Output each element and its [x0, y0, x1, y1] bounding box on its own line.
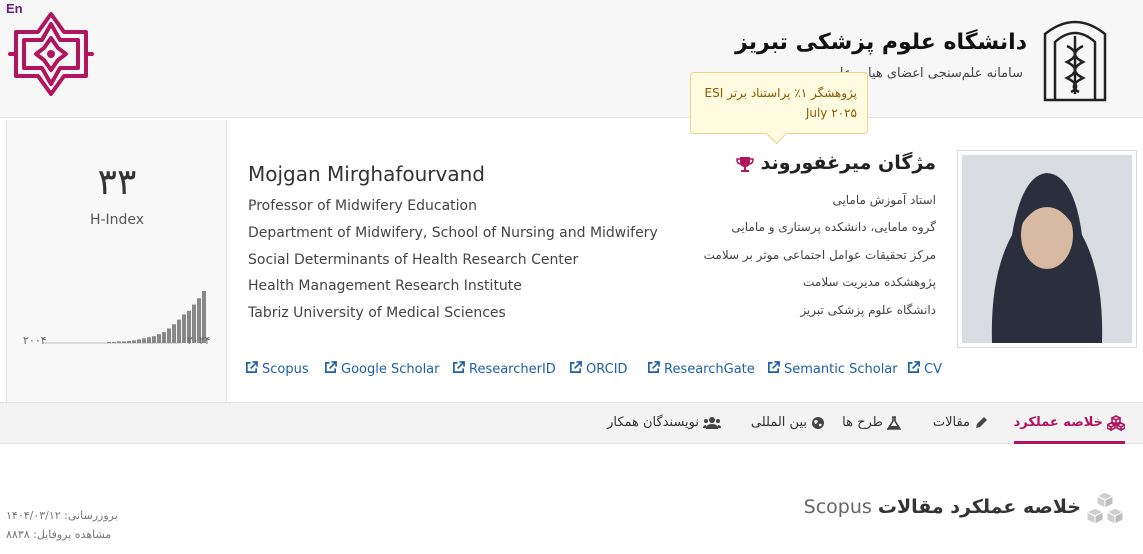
section-title-main: خلاصه عملکرد مقالات [877, 496, 1081, 518]
sparkline-bar [162, 332, 166, 343]
hindex-value: ۳۳ [97, 162, 137, 203]
english-department: Department of Midwifery, School of Nursi… [248, 225, 658, 241]
farsi-position: استاد آموزش مامایی [832, 193, 936, 207]
researchgate-link-label: ResearchGate [664, 362, 755, 377]
section-title: خلاصه عملکرد مقالات Scopus [804, 496, 1081, 518]
google-scholar-link[interactable]: Google Scholar [324, 361, 440, 377]
hindex-label: H-Index [89, 212, 145, 228]
avatar [962, 155, 1132, 343]
section-title-source: Scopus [803, 496, 872, 518]
researcherid-link-label: ResearcherID [469, 362, 556, 377]
sparkline-bar [132, 340, 136, 343]
sparkline-bar [182, 314, 186, 343]
sparkline-bar [127, 340, 131, 343]
sparkline-bar [147, 337, 151, 343]
globe-icon [812, 416, 824, 429]
profile-views: مشاهده پروفایل: ۸۸۳۸ [6, 528, 112, 541]
farsi-university: دانشگاه علوم پزشکی تبریز [800, 303, 936, 317]
tab-international[interactable]: بین المللی [751, 403, 825, 444]
sparkline-bar [167, 328, 171, 343]
trophy-icon[interactable] [736, 155, 754, 173]
researcherid-link[interactable]: ResearcherID [452, 361, 556, 377]
sparkline-bar [157, 334, 161, 343]
sparkline-bar [172, 324, 176, 343]
sparkline-bar [117, 341, 121, 343]
external-link-icon [453, 361, 465, 373]
cv-link[interactable]: CV [907, 361, 942, 377]
flower-logo-icon [8, 12, 94, 96]
esi-award-tooltip: پژوهشگر ۱٪ پراستناد برتر ESI July ۲۰۲۵ [690, 72, 868, 134]
tab-performance-summary[interactable]: خلاصه عملکرد [1013, 403, 1125, 444]
external-link-icon [570, 361, 582, 373]
sparkline-bar [112, 341, 116, 343]
sparkline-bar [107, 341, 111, 343]
tooltip-award-text: پژوهشگر ۱٪ پراستناد برتر ESI [704, 86, 857, 100]
tab-projects-label: طرح ها [842, 415, 883, 430]
external-link-icon [648, 361, 660, 373]
farsi-department: گروه مامایی، دانشکده پرستاری و مامایی [731, 220, 936, 234]
orcid-link-label: ORCID [586, 362, 628, 377]
person-silhouette-icon [962, 155, 1132, 343]
tab-articles-label: مقالات [932, 415, 970, 430]
english-university: Tabriz University of Medical Sciences [248, 305, 506, 321]
english-position: Professor of Midwifery Education [248, 198, 477, 214]
sparkline-bar [122, 341, 126, 343]
google-scholar-link-label: Google Scholar [341, 362, 440, 377]
pencil-icon [976, 416, 987, 428]
tab-projects[interactable]: طرح ها [842, 403, 901, 444]
orcid-link[interactable]: ORCID [569, 361, 628, 377]
sparkline-bar [177, 319, 181, 343]
tooltip-award-date: July ۲۰۲۵ [805, 106, 857, 120]
tab-articles[interactable]: مقالات [933, 403, 988, 444]
profile-photo [957, 150, 1137, 348]
tab-coauthors[interactable]: نویسندگان همکار [607, 403, 721, 444]
name-farsi: مژگان میرغفوروند [730, 152, 936, 174]
site-header: En دانشگاه علوم پزشکی تبریز سامانه علم‌س… [0, 0, 1143, 118]
flask-icon [887, 415, 901, 430]
researchgate-link[interactable]: ResearchGate [647, 361, 755, 377]
cubes-icon [1085, 491, 1125, 525]
scopus-link-label: Scopus [262, 362, 309, 377]
external-link-icon [908, 361, 920, 373]
farsi-institute: پژوهشکده مدیریت سلامت [803, 275, 936, 289]
profile-tabs: خلاصه عملکرد مقالات طرح ها بین المللی نو… [0, 402, 1143, 444]
cubes-icon [1107, 414, 1125, 431]
external-link-icon [246, 361, 258, 373]
sparkline-bar [152, 336, 156, 343]
external-link-icon [768, 361, 780, 373]
profile-panel: ۳۳ H-Index ۲۰۰۴ ۲۰۲۴ Mojgan Mirghafourva… [6, 120, 1143, 402]
name-farsi-text: مژگان میرغفوروند [760, 152, 936, 174]
english-research-center: Social Determinants of Health Research C… [248, 252, 579, 268]
site-title: دانشگاه علوم پزشکی تبریز [735, 30, 1027, 55]
last-updated: بروزرسانی: ۱۴۰۴/۰۳/۱۲ [6, 509, 118, 522]
semantic-scholar-link[interactable]: Semantic Scholar [767, 361, 898, 377]
name-english: Mojgan Mirghafourvand [248, 162, 485, 186]
tab-performance-summary-label: خلاصه عملکرد [1013, 415, 1103, 430]
tab-coauthors-label: نویسندگان همکار [607, 415, 699, 430]
english-institute: Health Management Research Institute [248, 278, 522, 294]
sparkline-year-start: ۲۰۰۴ [23, 334, 47, 347]
sparkline-bar [137, 339, 141, 343]
users-icon [703, 416, 721, 429]
scopus-link[interactable]: Scopus [245, 361, 309, 377]
external-link-icon [325, 361, 337, 373]
tab-international-label: بین المللی [750, 415, 807, 430]
farsi-research-center: مرکز تحقیقات عوامل اجتماعی موثر بر سلامت [703, 248, 936, 262]
external-profile-links: Scopus Google Scholar ResearcherID ORCID… [245, 361, 945, 383]
hindex-box: ۳۳ H-Index ۲۰۰۴ ۲۰۲۴ [7, 120, 227, 402]
sparkline-year-end: ۲۰۲۴ [187, 334, 211, 347]
semantic-scholar-link-label: Semantic Scholar [784, 362, 898, 377]
university-logo-icon [1043, 20, 1107, 102]
cv-link-label: CV [924, 362, 942, 377]
sparkline-bar [142, 338, 146, 343]
